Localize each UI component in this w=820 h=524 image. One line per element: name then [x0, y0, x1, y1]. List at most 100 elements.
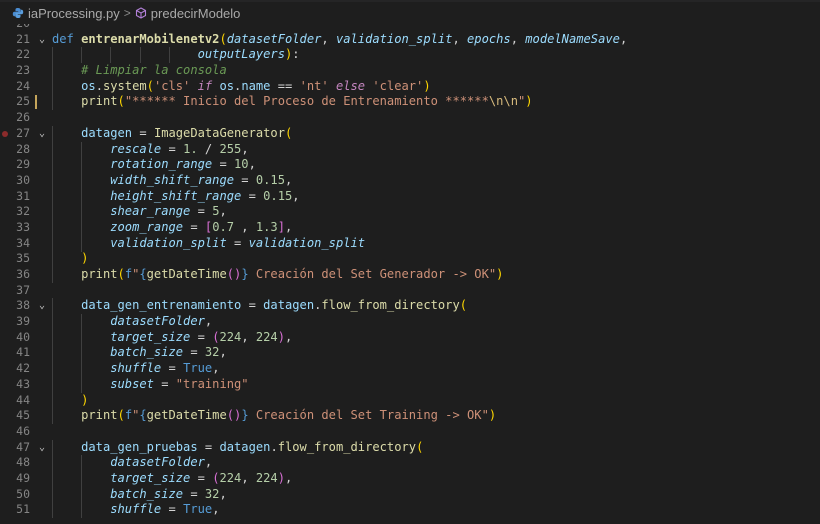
code-line[interactable]: 40 target_size = (224, 224), — [0, 329, 820, 346]
breadcrumb-symbol[interactable]: predecirModelo — [151, 6, 241, 21]
code-token: , — [241, 141, 249, 156]
line-number: 30 — [16, 172, 30, 187]
code-line[interactable]: 22 outputLayers): — [0, 47, 820, 64]
code-line[interactable]: 28 rescale = 1. / 255, — [0, 141, 820, 158]
code-line[interactable]: 34 validation_split = validation_split — [0, 235, 820, 252]
code-line[interactable]: 27 ⌄ datagen = ImageDataGenerator( — [0, 125, 820, 142]
code-token: ImageDataGenerator — [153, 125, 285, 140]
code-token: entrenarMobilenetv2 — [81, 31, 220, 46]
line-number: 37 — [16, 282, 30, 297]
fold-chevron-icon[interactable]: ⌄ — [36, 32, 48, 48]
code-token: print — [81, 94, 118, 109]
code-token: target_size — [110, 329, 191, 344]
code-line[interactable]: 42 shuffle = True, — [0, 361, 820, 378]
code-token: . — [95, 78, 103, 93]
code-token: , — [285, 470, 293, 485]
code-token: def — [52, 31, 82, 46]
code-line[interactable]: 25 print("****** Inicio del Proceso de E… — [0, 94, 820, 111]
code-token: if — [197, 78, 213, 93]
line-number: 38 — [16, 298, 30, 313]
code-editor[interactable]: 2021⌄def entrenarMobilenetv2(datasetFold… — [0, 24, 820, 524]
code-token: = — [183, 345, 205, 360]
code-token: ) — [525, 94, 533, 109]
code-token: 'clear' — [372, 78, 424, 93]
code-text: width_shift_range = 0.15, — [52, 173, 292, 189]
code-text: shuffle = True, — [52, 502, 219, 518]
code-token: validation_split — [110, 235, 227, 250]
code-line[interactable]: 38 ⌄ data_gen_entrenamiento = datagen.flo… — [0, 298, 820, 315]
code-line[interactable]: 41 batch_size = 32, — [0, 345, 820, 362]
line-number: 44 — [16, 392, 30, 407]
code-token: f — [124, 408, 133, 423]
code-token: print — [81, 408, 118, 423]
code-token: True — [183, 502, 213, 517]
code-token: = — [241, 188, 264, 203]
code-token: 224 — [255, 470, 278, 485]
code-token: ) — [496, 267, 504, 281]
code-line[interactable]: 30 width_shift_range = 0.15, — [0, 172, 820, 189]
code-text: outputLayers): — [52, 47, 300, 63]
code-token: 1. — [183, 141, 198, 156]
line-number: 22 — [16, 47, 30, 62]
line-number: 40 — [16, 329, 30, 344]
code-text: height_shift_range = 0.15, — [52, 188, 300, 205]
code-line[interactable]: 49 target_size = (224, 224), — [0, 470, 820, 487]
code-line[interactable]: 33 zoom_range = [0.7 , 1.3], — [0, 219, 820, 236]
code-line[interactable]: 43 subset = "training" — [0, 376, 820, 393]
code-line[interactable]: 26 — [0, 110, 820, 126]
code-token: rescale — [110, 141, 162, 156]
code-line[interactable]: 45 print(f"{getDateTime()} Creación del … — [0, 408, 820, 425]
breadcrumb-file[interactable]: iaProcessing.py — [28, 6, 120, 21]
line-number: 27 — [16, 125, 30, 140]
code-token: = — [212, 157, 235, 172]
code-line[interactable]: 51 shuffle = True, — [0, 502, 820, 519]
code-token: = — [132, 125, 154, 140]
code-line[interactable]: 50 batch_size = 32, — [0, 486, 820, 503]
code-text: rescale = 1. / 255, — [52, 141, 249, 158]
code-token: ( — [285, 125, 293, 140]
code-line[interactable]: 32 shear_range = 5, — [0, 204, 820, 221]
code-token: , — [292, 188, 300, 203]
code-token: os — [219, 78, 235, 93]
code-line[interactable]: 39 datasetFolder, — [0, 314, 820, 331]
code-token: = — [183, 219, 205, 234]
code-text: ) — [52, 251, 88, 267]
code-token: } — [241, 267, 249, 281]
code-token: ( — [117, 267, 125, 281]
code-line[interactable]: 47 ⌄ data_gen_pruebas = datagen.flow_from… — [0, 439, 820, 456]
code-token: ) — [488, 408, 497, 423]
code-line[interactable]: 36 print(f"{getDateTime()} Creación del … — [0, 267, 820, 283]
code-line[interactable]: 20 — [0, 24, 820, 32]
code-line[interactable]: 35 ) — [0, 251, 820, 268]
line-number: 41 — [16, 345, 30, 360]
code-token: # Limpiar la consola — [81, 63, 227, 78]
code-token: } — [241, 408, 249, 423]
fold-chevron-icon[interactable]: ⌄ — [36, 440, 48, 456]
code-line[interactable]: 37 — [0, 283, 820, 299]
fold-chevron-icon[interactable]: ⌄ — [36, 126, 48, 142]
line-number: 39 — [16, 314, 30, 329]
code-token: 10 — [234, 157, 249, 172]
line-number: 29 — [16, 157, 30, 172]
code-line[interactable]: 44 ) — [0, 392, 820, 409]
code-token: datasetFolder — [110, 314, 205, 329]
code-token: batch_size — [110, 345, 184, 360]
code-token: = — [161, 361, 184, 376]
line-number: 43 — [16, 376, 30, 391]
fold-chevron-icon[interactable]: ⌄ — [36, 298, 48, 314]
code-line[interactable]: 29 rotation_range = 10, — [0, 157, 820, 174]
code-line[interactable]: 24 os.system('cls' if os.name == 'nt' el… — [0, 78, 820, 95]
code-line[interactable]: 48 datasetFolder, — [0, 455, 820, 472]
code-line[interactable]: 46 — [0, 424, 820, 440]
code-text: datasetFolder, — [52, 314, 212, 330]
code-token: f — [124, 267, 133, 281]
code-token: , — [241, 329, 256, 344]
code-line[interactable]: 21 ⌄ def entrenarMobilenetv2(datasetFolder… — [0, 32, 820, 48]
code-token: shuffle — [110, 502, 162, 517]
code-line[interactable]: 31 height_shift_range = 0.15, — [0, 188, 820, 205]
code-token: print — [81, 267, 118, 281]
code-line[interactable]: 23 # Limpiar la consola — [0, 63, 820, 80]
